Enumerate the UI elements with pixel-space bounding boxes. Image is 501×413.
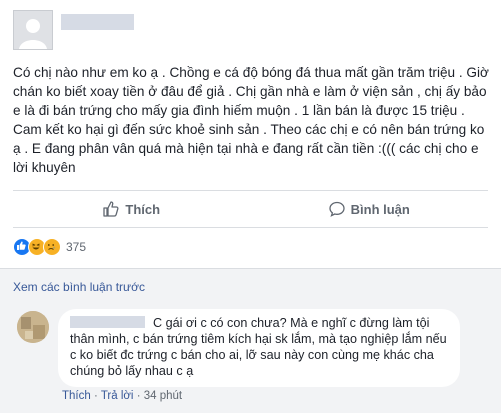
comment-bubble: C gái ơi c có con chưa? Mà e nghĩ c đừng… — [58, 309, 460, 387]
avatar-image — [17, 311, 49, 343]
thumbs-up-icon — [103, 201, 119, 217]
comment-reply-link[interactable]: Trả lời — [101, 390, 134, 402]
comment-label: Bình luận — [350, 201, 410, 217]
post-header — [13, 10, 493, 50]
reaction-count: 375 — [66, 240, 87, 254]
author-avatar[interactable] — [13, 10, 53, 50]
author-name-redacted[interactable] — [61, 14, 134, 30]
view-previous-comments-link[interactable]: Xem các bình luận trước — [13, 280, 145, 294]
commenter-avatar[interactable] — [17, 311, 49, 343]
default-avatar-icon — [14, 11, 52, 49]
like-label: Thích — [125, 201, 161, 217]
sad-icon — [43, 238, 61, 256]
comment-meta: Thích · Trả lời · 34 phút — [62, 390, 182, 402]
separator: · — [93, 390, 98, 402]
commenter-name-redacted[interactable] — [70, 316, 145, 328]
like-button[interactable]: Thích — [13, 191, 251, 227]
post-actions: Thích Bình luận — [13, 191, 488, 227]
divider — [13, 227, 488, 228]
comment-button[interactable]: Bình luận — [251, 191, 489, 227]
reaction-summary[interactable]: 375 — [13, 238, 86, 256]
comment-timestamp[interactable]: 34 phút — [144, 390, 182, 402]
post-text: Có chị nào như em ko ạ . Chồng e cá độ b… — [13, 65, 489, 175]
comment-like-link[interactable]: Thích — [62, 390, 91, 402]
comments-section: Xem các bình luận trước C gái ơi c có co… — [0, 268, 501, 413]
speech-bubble-icon — [328, 201, 345, 217]
separator: · — [136, 390, 141, 402]
